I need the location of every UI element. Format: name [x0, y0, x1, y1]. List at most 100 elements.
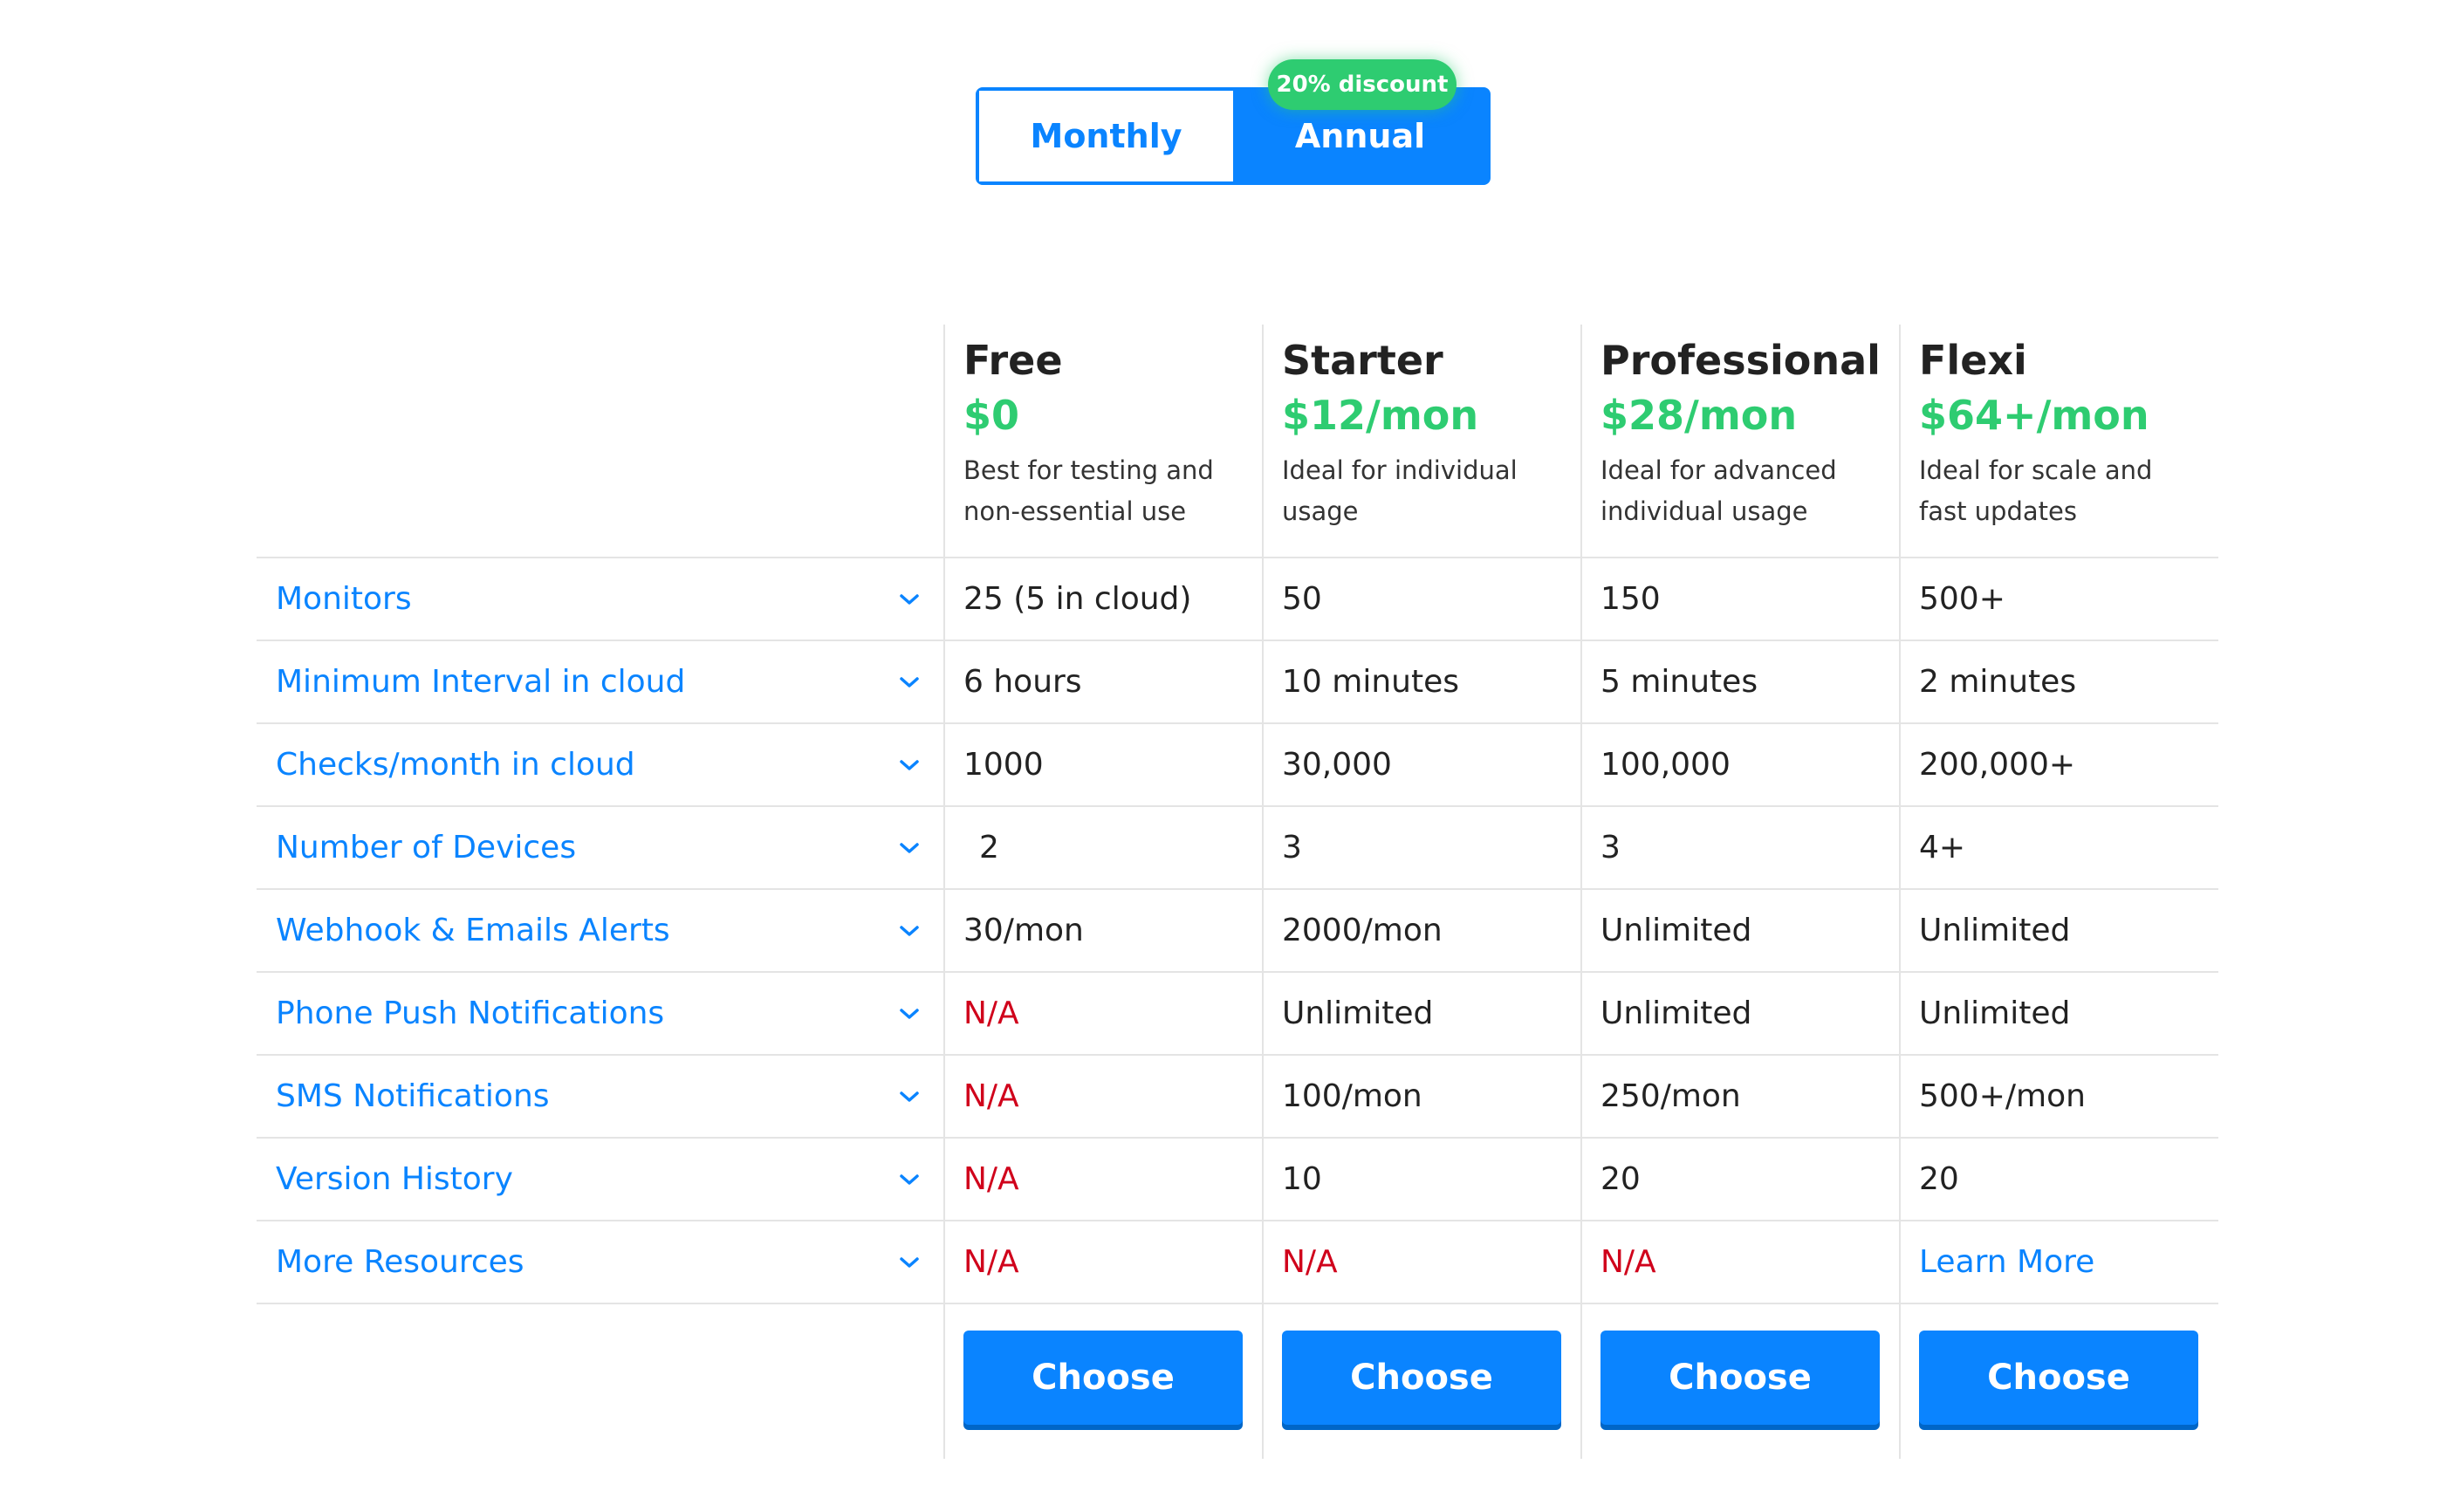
feature-toggle[interactable]: More Resources: [257, 1244, 944, 1280]
choose-professional-button[interactable]: Choose: [1600, 1331, 1880, 1425]
feature-value: 3: [1282, 830, 1302, 865]
feature-value: Unlimited: [1600, 995, 1752, 1031]
plan-name: Starter: [1282, 337, 1443, 384]
feature-value: N/A: [963, 1078, 1019, 1114]
feature-value: Unlimited: [1919, 995, 2071, 1031]
feature-value: 1000: [963, 747, 1044, 783]
plan-header-row: Free $0 Best for testing and non-essenti…: [257, 325, 2218, 558]
feature-value: 50: [1282, 581, 1322, 617]
chevron-down-icon[interactable]: [899, 1255, 920, 1269]
chevron-down-icon[interactable]: [899, 1173, 920, 1187]
plan-name: Professional: [1600, 337, 1881, 384]
feature-row-version-history: Version History N/A 10 20 20: [257, 1139, 2218, 1221]
choose-button-row: Choose Choose Choose Choose: [257, 1304, 2218, 1444]
chevron-down-icon[interactable]: [899, 1007, 920, 1021]
feature-value: 3: [1600, 830, 1621, 865]
plan-name: Free: [963, 337, 1063, 384]
feature-toggle[interactable]: Webhook & Emails Alerts: [257, 913, 944, 948]
feature-value: 10: [1282, 1161, 1322, 1197]
feature-value: 20: [1600, 1161, 1641, 1197]
feature-toggle[interactable]: Checks/month in cloud: [257, 747, 944, 783]
feature-rows: Monitors 25 (5 in cloud) 50 150 500+ Minimum …: [257, 558, 2218, 1304]
button-cell: Choose: [1581, 1304, 1900, 1425]
feature-value: 200,000+: [1919, 747, 2076, 783]
plan-header-professional: Professional $28/mon Ideal for advanced …: [1581, 325, 1900, 557]
button-cell: Choose: [1263, 1304, 1581, 1425]
feature-toggle[interactable]: Minimum Interval in cloud: [257, 664, 944, 700]
feature-toggle[interactable]: Phone Push Notifications: [257, 995, 944, 1031]
choose-free-button[interactable]: Choose: [963, 1331, 1243, 1425]
discount-badge: 20% discount: [1268, 59, 1457, 110]
chevron-down-icon[interactable]: [899, 924, 920, 938]
chevron-down-icon[interactable]: [899, 675, 920, 689]
feature-toggle[interactable]: Monitors: [257, 581, 944, 617]
feature-label: SMS Notifications: [276, 1078, 550, 1114]
plan-header-flexi: Flexi $64+/mon Ideal for scale and fast …: [1900, 325, 2218, 557]
plan-header-starter: Starter $12/mon Ideal for individual usa…: [1263, 325, 1581, 557]
button-cell: Choose: [1900, 1304, 2218, 1425]
feature-value: N/A: [963, 995, 1019, 1031]
feature-value: 30/mon: [963, 913, 1084, 948]
feature-label: Minimum Interval in cloud: [276, 664, 686, 700]
feature-value: 2 minutes: [1919, 664, 2077, 700]
feature-value: Unlimited: [1919, 913, 2071, 948]
choose-flexi-button[interactable]: Choose: [1919, 1331, 2198, 1425]
chevron-down-icon[interactable]: [899, 841, 920, 855]
plan-name: Flexi: [1919, 337, 2027, 384]
feature-value: 250/mon: [1600, 1078, 1741, 1114]
learn-more-link[interactable]: Learn More: [1900, 1244, 2218, 1280]
feature-row-checks-month-in-cloud: Checks/month in cloud 1000 30,000 100,000 20…: [257, 724, 2218, 807]
feature-value: N/A: [1600, 1244, 1656, 1280]
feature-value: 25 (5 in cloud): [963, 581, 1192, 617]
chevron-down-icon[interactable]: [899, 758, 920, 772]
feature-label: Version History: [276, 1161, 513, 1197]
feature-value: 4+: [1919, 830, 1966, 865]
feature-value: 500+/mon: [1919, 1078, 2086, 1114]
chevron-down-icon[interactable]: [899, 592, 920, 606]
feature-value: 150: [1600, 581, 1661, 617]
feature-value: 100/mon: [1282, 1078, 1422, 1114]
chevron-down-icon[interactable]: [899, 1090, 920, 1104]
plan-description: Best for testing and non-essential use: [963, 455, 1214, 526]
plan-price: $64+/mon: [1919, 392, 2149, 440]
feature-value: 10 minutes: [1282, 664, 1459, 700]
header-spacer: [257, 325, 944, 557]
plan-header-free: Free $0 Best for testing and non-essenti…: [944, 325, 1263, 557]
plan-description: Ideal for scale and fast updates: [1919, 455, 2153, 526]
feature-value: 30,000: [1282, 747, 1392, 783]
feature-row-number-of-devices: Number of Devices 2 3 3 4+: [257, 807, 2218, 890]
feature-label: Checks/month in cloud: [276, 747, 635, 783]
feature-row-monitors: Monitors 25 (5 in cloud) 50 150 500+: [257, 558, 2218, 641]
feature-label: Phone Push Notifications: [276, 995, 665, 1031]
feature-row-webhook-emails-alerts: Webhook & Emails Alerts 30/mon 2000/mon Unl…: [257, 890, 2218, 973]
feature-value: Unlimited: [1282, 995, 1434, 1031]
feature-value: 2000/mon: [1282, 913, 1443, 948]
plan-price: $12/mon: [1282, 392, 1479, 440]
plan-price: $0: [963, 392, 1020, 440]
feature-value: Unlimited: [1600, 913, 1752, 948]
feature-value: 20: [1919, 1161, 1959, 1197]
feature-value: N/A: [963, 1161, 1019, 1197]
feature-toggle[interactable]: SMS Notifications: [257, 1078, 944, 1114]
feature-value: 2: [979, 830, 999, 865]
feature-toggle[interactable]: Number of Devices: [257, 830, 944, 865]
feature-toggle[interactable]: Version History: [257, 1161, 944, 1197]
feature-value: 500+: [1919, 581, 2005, 617]
feature-value: 5 minutes: [1600, 664, 1758, 700]
feature-label: Number of Devices: [276, 830, 577, 865]
feature-label: Webhook & Emails Alerts: [276, 913, 670, 948]
feature-value: N/A: [963, 1244, 1019, 1280]
button-cell: Choose: [944, 1304, 1263, 1425]
plan-description: Ideal for individual usage: [1282, 455, 1518, 526]
monthly-toggle-button[interactable]: Monthly: [979, 91, 1233, 181]
pricing-table: Free $0 Best for testing and non-essenti…: [257, 325, 2218, 1444]
feature-row-phone-push-notifications: Phone Push Notifications N/A Unlimited Unli…: [257, 973, 2218, 1056]
feature-value: N/A: [1282, 1244, 1338, 1280]
plan-description: Ideal for advanced individual usage: [1600, 455, 1837, 526]
feature-value: 6 hours: [963, 664, 1082, 700]
feature-row-more-resources: More Resources N/A N/A N/A Learn More: [257, 1221, 2218, 1304]
choose-starter-button[interactable]: Choose: [1282, 1331, 1561, 1425]
feature-row-sms-notifications: SMS Notifications N/A 100/mon 250/mon 500+/m…: [257, 1056, 2218, 1139]
feature-row-minimum-interval-in-cloud: Minimum Interval in cloud 6 hours 10 minut…: [257, 641, 2218, 724]
feature-label: Monitors: [276, 581, 412, 617]
